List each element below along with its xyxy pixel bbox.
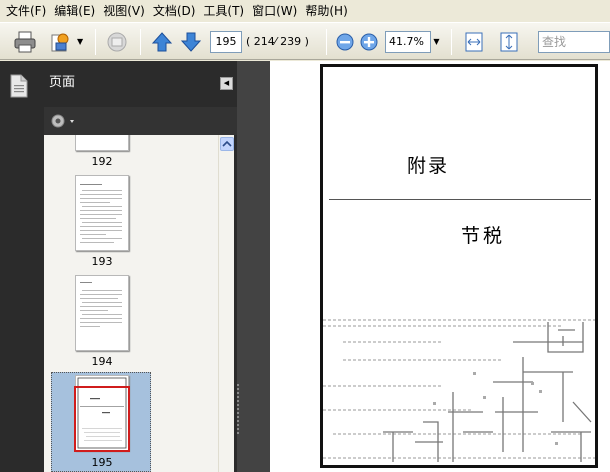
menu-bar: 文件(F) 编辑(E) 视图(V) 文档(D) 工具(T) 窗口(W) 帮助(H… bbox=[0, 0, 610, 22]
page-count: ( 214⁄ 239 ) bbox=[246, 35, 309, 48]
pane-splitter[interactable] bbox=[237, 61, 270, 472]
share-icon[interactable] bbox=[104, 29, 130, 55]
thumbnail-193[interactable] bbox=[75, 175, 129, 251]
print-icon[interactable] bbox=[12, 29, 38, 55]
panel-title: 页面 bbox=[49, 75, 76, 90]
document-view[interactable]: 附录 节税 bbox=[270, 61, 610, 472]
menu-window[interactable]: 窗口(W) bbox=[250, 0, 303, 22]
pages-icon[interactable] bbox=[6, 73, 32, 99]
document-heading: 附录 bbox=[407, 155, 450, 177]
menu-document[interactable]: 文档(D) bbox=[151, 0, 202, 22]
collapse-panel-button[interactable]: ◀ bbox=[220, 77, 233, 90]
splitter-grip-icon[interactable] bbox=[237, 384, 240, 438]
thumbnail-192[interactable] bbox=[75, 135, 129, 151]
menu-tools[interactable]: 工具(T) bbox=[201, 0, 250, 22]
fit-page-icon[interactable] bbox=[496, 29, 522, 55]
page-number-input[interactable]: 195 bbox=[210, 31, 242, 53]
navigation-pane bbox=[0, 61, 44, 472]
arrow-up-icon[interactable] bbox=[149, 29, 175, 55]
search-input[interactable]: 查找 bbox=[538, 31, 610, 53]
zoom-level-input[interactable]: 41.7% bbox=[385, 31, 431, 53]
pages-panel-header: 页面 ◀ bbox=[44, 61, 237, 107]
document-subheading: 节税 bbox=[461, 225, 506, 247]
document-page: 附录 节税 bbox=[320, 64, 598, 468]
scroll-up-button[interactable] bbox=[220, 137, 234, 151]
menu-view[interactable]: 视图(V) bbox=[101, 0, 151, 22]
menu-file[interactable]: 文件(F) bbox=[4, 0, 52, 22]
attach-dropdown-icon[interactable]: ▼ bbox=[77, 37, 83, 46]
thumbnail-label: 192 bbox=[91, 155, 113, 168]
thumbnail-scrollbar[interactable] bbox=[218, 135, 234, 472]
thumbnail-list: 192 193 194 195 bbox=[44, 135, 218, 472]
thumbnail-label: 193 bbox=[91, 255, 113, 268]
heading-rule bbox=[329, 199, 591, 200]
zoom-dropdown-icon[interactable]: ▼ bbox=[431, 31, 442, 53]
thumbnail-194[interactable] bbox=[75, 275, 129, 351]
panel-options-bar bbox=[44, 107, 237, 135]
current-view-frame[interactable] bbox=[74, 386, 130, 452]
menu-edit[interactable]: 编辑(E) bbox=[52, 0, 101, 22]
gear-icon[interactable] bbox=[50, 113, 76, 129]
zoom-out-icon[interactable] bbox=[332, 29, 358, 55]
decorative-pattern-image bbox=[323, 319, 595, 462]
menu-help[interactable]: 帮助(H) bbox=[303, 0, 353, 22]
attach-icon[interactable] bbox=[48, 29, 74, 55]
fit-width-icon[interactable] bbox=[461, 29, 487, 55]
arrow-down-icon[interactable] bbox=[178, 29, 204, 55]
thumbnail-label: 195 bbox=[91, 456, 113, 469]
thumbnail-label: 194 bbox=[91, 355, 113, 368]
toolbar: ▼ 195 ( 214⁄ 239 ) 41.7% ▼ 查找 bbox=[0, 22, 610, 60]
zoom-in-icon[interactable] bbox=[356, 29, 382, 55]
